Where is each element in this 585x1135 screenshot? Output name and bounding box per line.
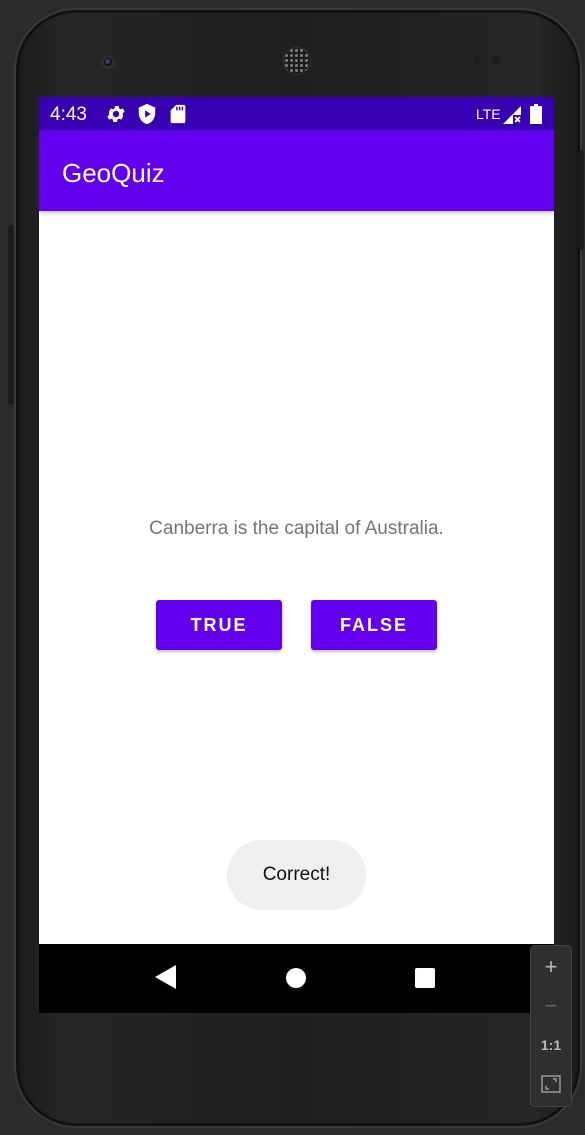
front-camera [101, 55, 115, 69]
earpiece-speaker [284, 48, 310, 74]
settings-icon [107, 106, 125, 122]
false-button[interactable]: FALSE [311, 600, 437, 650]
back-icon[interactable] [155, 965, 177, 989]
volume-button[interactable] [8, 225, 14, 405]
sd-card-icon [170, 104, 186, 124]
toast-message: Correct! [227, 840, 366, 910]
zoom-in-button[interactable]: + [531, 948, 571, 986]
actual-size-button[interactable]: 1:1 [531, 1026, 571, 1064]
question-text: Canberra is the capital of Australia. [149, 518, 444, 539]
status-bar: 4:43 LTE [39, 97, 554, 130]
fit-to-window-button[interactable] [531, 1065, 571, 1103]
light-sensor [492, 56, 500, 64]
signal-no-data-icon [503, 106, 521, 124]
true-button[interactable]: TRUE [156, 600, 282, 650]
power-button[interactable] [578, 150, 584, 250]
recents-icon[interactable] [415, 968, 435, 988]
proximity-sensor [473, 56, 481, 64]
home-icon[interactable] [286, 968, 306, 988]
play-protect-icon [138, 103, 156, 125]
battery-full-icon [530, 104, 542, 124]
app-bar: GeoQuiz [39, 130, 554, 211]
app-title: GeoQuiz [62, 158, 165, 188]
network-type: LTE [476, 106, 501, 122]
navigation-bar [39, 944, 554, 1013]
zoom-out-button[interactable]: − [531, 987, 571, 1025]
phone-screen: 4:43 LTE GeoQuiz Canberra is the capital… [39, 97, 554, 1013]
emulator-zoom-panel: + − 1:1 [530, 945, 572, 1107]
status-time: 4:43 [50, 104, 87, 125]
fit-to-window-icon [541, 1075, 561, 1093]
